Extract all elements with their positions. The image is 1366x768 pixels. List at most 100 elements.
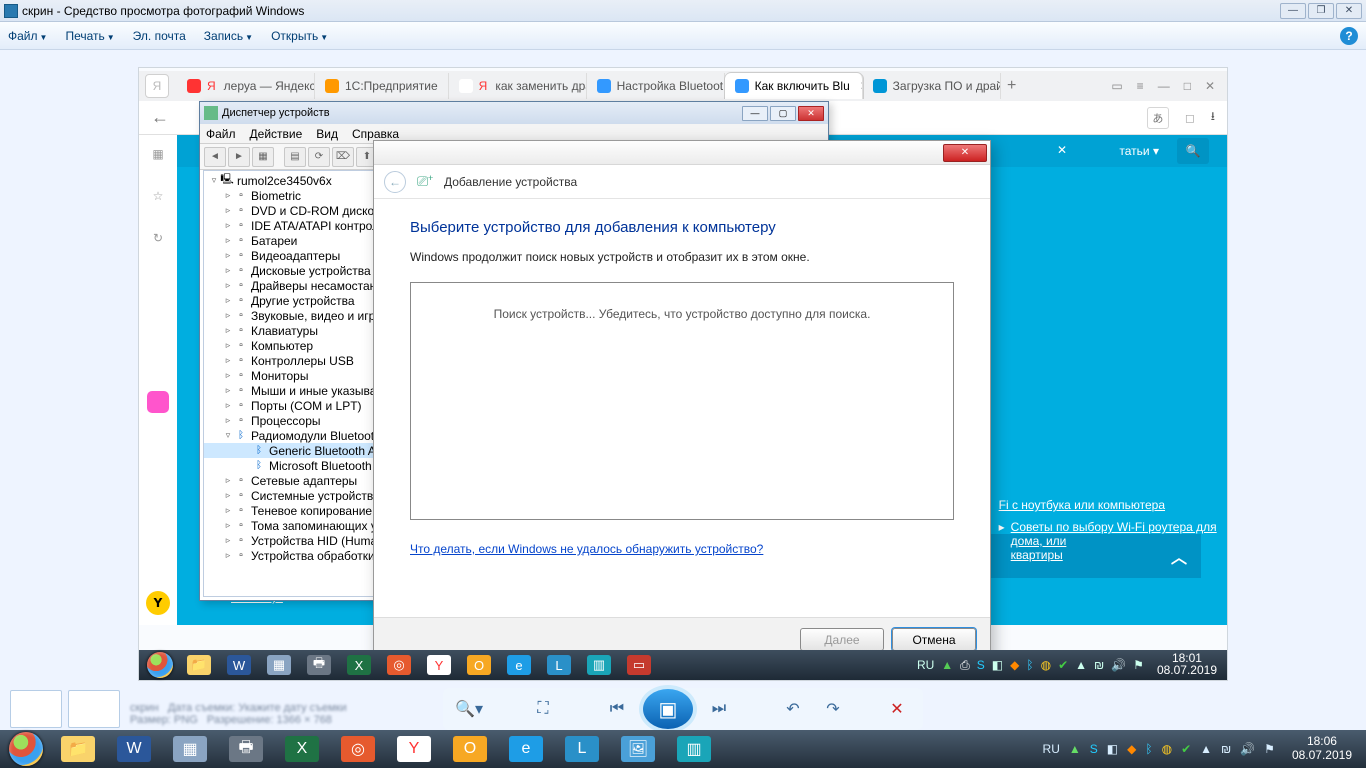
browser-maximize-icon[interactable]: □ bbox=[1184, 79, 1191, 93]
minimize-button[interactable]: — bbox=[1280, 3, 1306, 19]
dm-menu-view[interactable]: Вид bbox=[316, 127, 338, 141]
browser-close-icon[interactable]: ✕ bbox=[1205, 79, 1215, 93]
pin-settings[interactable]: ▥ bbox=[666, 731, 722, 767]
services-icon[interactable]: ▦ bbox=[149, 145, 167, 163]
alice-widget-icon[interactable] bbox=[147, 391, 169, 413]
tray-icon[interactable]: ◍ bbox=[1041, 658, 1051, 672]
tray-flag-icon[interactable]: ⚑ bbox=[1264, 742, 1275, 756]
tab-1[interactable]: 1С:Предприятие bbox=[315, 73, 449, 99]
tray-icon[interactable]: ▲ bbox=[1069, 742, 1081, 756]
pin-app-orange[interactable]: ◎ bbox=[330, 731, 386, 767]
dm-maximize-button[interactable]: ▢ bbox=[770, 106, 796, 121]
tray-icon[interactable]: ◧ bbox=[1107, 742, 1118, 756]
back-button[interactable]: ← bbox=[151, 107, 169, 128]
translate-button[interactable]: あ bbox=[1147, 107, 1169, 129]
prev-button[interactable]: ⏮ bbox=[599, 694, 635, 724]
browser-minimize-icon[interactable]: — bbox=[1158, 79, 1170, 93]
tray-network-icon[interactable]: ₪ bbox=[1221, 742, 1231, 756]
menu-email[interactable]: Эл. почта bbox=[133, 29, 186, 43]
tb-back[interactable]: ◄ bbox=[204, 147, 226, 167]
next-button[interactable]: ⏭ bbox=[701, 694, 737, 724]
pin-fax[interactable]: 🖶 bbox=[299, 651, 339, 679]
tab-5[interactable]: Загрузка ПО и драй bbox=[863, 73, 1001, 99]
tray-icon[interactable]: ◆ bbox=[1127, 742, 1136, 756]
tray-flag-icon[interactable]: ⚑ bbox=[1133, 658, 1144, 672]
wiz-help-link[interactable]: Что делать, если Windows не удалось обна… bbox=[410, 542, 763, 556]
delete-button[interactable]: ✕ bbox=[879, 694, 915, 724]
dm-menu-action[interactable]: Действие bbox=[250, 127, 303, 141]
tray-network-icon[interactable]: ₪ bbox=[1094, 658, 1104, 672]
outer-clock[interactable]: 18:0608.07.2019 bbox=[1284, 733, 1360, 765]
pin-explorer[interactable]: 📁 bbox=[50, 731, 106, 767]
pin-word[interactable]: W bbox=[219, 651, 259, 679]
rotate-ccw-button[interactable]: ↶ bbox=[775, 694, 811, 724]
page-close-icon[interactable]: ✕ bbox=[1057, 143, 1067, 157]
tray-icon[interactable]: ✔ bbox=[1181, 742, 1191, 756]
tray-skype-icon[interactable]: S bbox=[977, 658, 985, 672]
slideshow-button[interactable]: ▣ bbox=[639, 685, 697, 733]
pin-excel[interactable]: X bbox=[339, 651, 379, 679]
maximize-button[interactable]: ❐ bbox=[1308, 3, 1334, 19]
favorites-icon[interactable]: ☆ bbox=[149, 187, 167, 205]
pin-outlook[interactable]: O bbox=[442, 731, 498, 767]
new-tab-button[interactable]: + bbox=[1001, 77, 1023, 95]
history-icon[interactable]: ↻ bbox=[149, 229, 167, 247]
menu-file[interactable]: Файл▼ bbox=[8, 29, 47, 43]
wiz-back-button[interactable]: ← bbox=[384, 171, 406, 193]
tab-0[interactable]: Ялеруа — Яндекс: на bbox=[177, 73, 315, 99]
tray-icon[interactable]: ✔ bbox=[1058, 658, 1068, 672]
menu-burn[interactable]: Запись▼ bbox=[204, 29, 253, 43]
dm-menu-help[interactable]: Справка bbox=[352, 127, 399, 141]
tab-2[interactable]: Якак заменить драй bbox=[449, 73, 587, 99]
lang-indicator[interactable]: RU bbox=[917, 658, 934, 672]
browser-menu-icon[interactable]: ≡ bbox=[1137, 79, 1144, 93]
tray-icon[interactable]: ⎙ bbox=[960, 658, 970, 673]
tab-4-active[interactable]: Как включить Blu✕ bbox=[725, 73, 863, 99]
pin-yandex[interactable]: Y bbox=[419, 651, 459, 679]
wiz-close-button[interactable]: ✕ bbox=[943, 144, 987, 162]
tray-skype-icon[interactable]: S bbox=[1090, 742, 1098, 756]
start-button[interactable] bbox=[2, 731, 50, 767]
tray-icon[interactable]: ◆ bbox=[1010, 658, 1019, 672]
thumb[interactable] bbox=[68, 690, 120, 728]
tray-bluetooth-icon[interactable]: ᛒ bbox=[1026, 658, 1033, 672]
tray-icon[interactable]: ▲ bbox=[1200, 742, 1212, 756]
pin-yandex[interactable]: Y bbox=[386, 731, 442, 767]
pin-app-teal[interactable]: ▥ bbox=[579, 651, 619, 679]
pin-calc[interactable]: ▦ bbox=[162, 731, 218, 767]
yandex-home-button[interactable]: Я bbox=[145, 74, 169, 98]
pin-photos[interactable]: 🖼 bbox=[610, 731, 666, 767]
tab-3[interactable]: Настройка Bluetoot bbox=[587, 73, 725, 99]
tray-volume-icon[interactable]: 🔊 bbox=[1240, 742, 1255, 756]
pin-word[interactable]: W bbox=[106, 731, 162, 767]
bookmark-icon[interactable]: ◻ bbox=[1185, 111, 1195, 125]
downloads-icon[interactable]: ⭳ bbox=[1211, 107, 1215, 128]
pin-fax[interactable]: 🖶 bbox=[218, 731, 274, 767]
tray-icon[interactable]: ▲ bbox=[941, 658, 953, 672]
pin-ie[interactable]: e bbox=[498, 731, 554, 767]
cancel-button[interactable]: Отмена bbox=[892, 628, 976, 651]
rotate-cw-button[interactable]: ↷ bbox=[815, 694, 851, 724]
inner-start-button[interactable] bbox=[141, 651, 179, 679]
pin-app-l[interactable]: L bbox=[554, 731, 610, 767]
tabs-overview-icon[interactable]: ▭ bbox=[1111, 79, 1122, 93]
tray-volume-icon[interactable]: 🔊 bbox=[1111, 658, 1126, 672]
pin-excel[interactable]: X bbox=[274, 731, 330, 767]
tray-icon[interactable]: ▲ bbox=[1075, 658, 1087, 672]
inner-clock[interactable]: 18:0108.07.2019 bbox=[1151, 651, 1223, 679]
pin-ie[interactable]: e bbox=[499, 651, 539, 679]
page-menu-item[interactable]: татьи ▾ bbox=[1119, 144, 1159, 158]
tb-prop[interactable]: ▤ bbox=[284, 147, 306, 167]
menu-open[interactable]: Открыть▼ bbox=[271, 29, 328, 43]
dm-menu-file[interactable]: Файл bbox=[206, 127, 236, 141]
tb-up[interactable]: ▦ bbox=[252, 147, 274, 167]
close-button[interactable]: ✕ bbox=[1336, 3, 1362, 19]
fit-button[interactable]: ⛶ bbox=[525, 694, 561, 724]
zoom-button[interactable]: 🔍▾ bbox=[451, 694, 487, 724]
help-icon[interactable]: ? bbox=[1340, 27, 1358, 45]
dm-titlebar[interactable]: Диспетчер устройств — ▢ ✕ bbox=[200, 102, 828, 124]
pin-app-orange[interactable]: ◎ bbox=[379, 651, 419, 679]
wiz-titlebar[interactable]: ✕ bbox=[374, 141, 990, 165]
menu-print[interactable]: Печать▼ bbox=[65, 29, 114, 43]
pin-explorer[interactable]: 📁 bbox=[179, 651, 219, 679]
